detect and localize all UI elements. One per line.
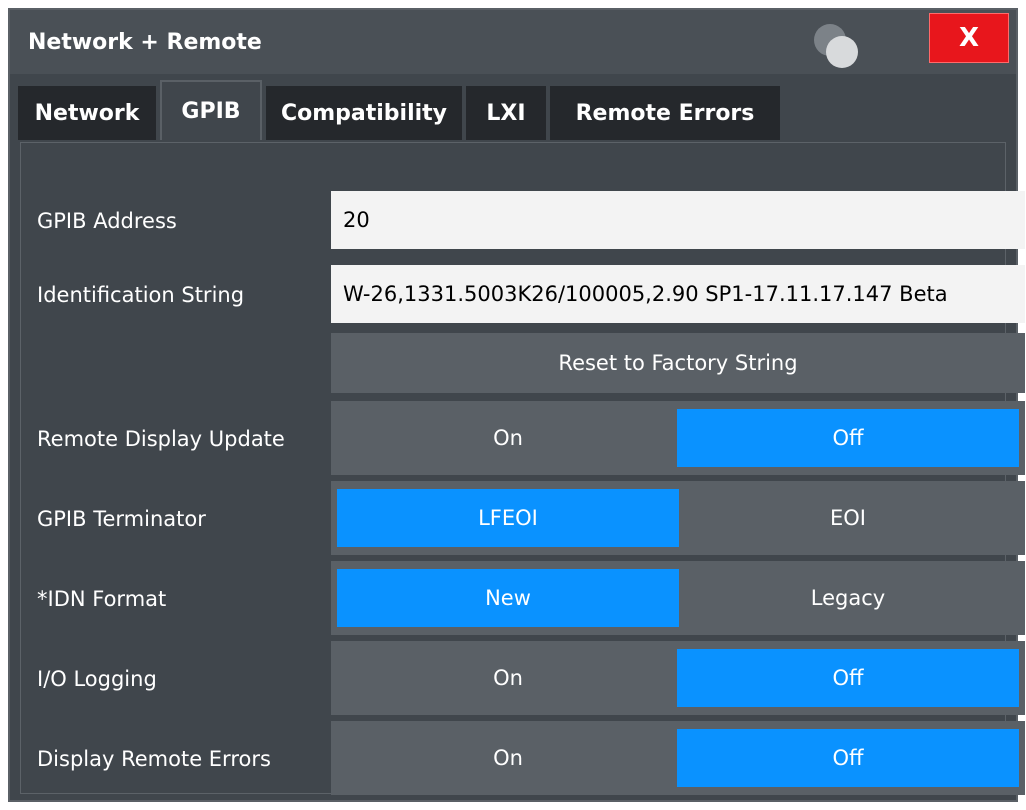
gpib-settings-panel: GPIB Address 20 Identification String W-… (20, 142, 1025, 795)
identification-string-field[interactable]: W-26,1331.5003K26/100005,2.90 SP1-17.11.… (331, 265, 1025, 323)
identification-string-label: Identification String (37, 283, 245, 307)
idn-format-label: *IDN Format (37, 587, 167, 611)
io-logging-off[interactable]: Off (677, 649, 1019, 707)
gpib-terminator-label: GPIB Terminator (37, 507, 206, 531)
tab-bar: Network GPIB Compatibility LXI Remote Er… (10, 74, 1016, 140)
sphere-icon (814, 24, 858, 68)
gpib-address-field[interactable]: 20 (331, 191, 1025, 249)
io-logging-on[interactable]: On (337, 649, 679, 707)
remote-display-update-label: Remote Display Update (37, 427, 285, 451)
gpib-terminator-eoi[interactable]: EOI (677, 489, 1019, 547)
gpib-terminator-toggle: LFEOI EOI (331, 481, 1025, 555)
close-button[interactable]: X (929, 13, 1009, 63)
remote-display-update-toggle: On Off (331, 401, 1025, 475)
gpib-address-label: GPIB Address (37, 209, 177, 233)
display-remote-errors-toggle: On Off (331, 721, 1025, 795)
idn-format-toggle: New Legacy (331, 561, 1025, 635)
io-logging-toggle: On Off (331, 641, 1025, 715)
display-remote-errors-on[interactable]: On (337, 729, 679, 787)
dialog-title: Network + Remote (28, 30, 262, 55)
tab-lxi[interactable]: LXI (466, 86, 546, 140)
tab-remote-errors[interactable]: Remote Errors (550, 86, 780, 140)
io-logging-label: I/O Logging (37, 667, 157, 691)
network-remote-dialog: Network + Remote X Network GPIB Compatib… (8, 8, 1025, 802)
tab-network[interactable]: Network (18, 86, 156, 140)
idn-format-legacy[interactable]: Legacy (677, 569, 1019, 627)
remote-display-update-on[interactable]: On (337, 409, 679, 467)
remote-display-update-off[interactable]: Off (677, 409, 1019, 467)
gpib-terminator-lfeoi[interactable]: LFEOI (337, 489, 679, 547)
display-remote-errors-off[interactable]: Off (677, 729, 1019, 787)
tab-gpib[interactable]: GPIB (160, 80, 262, 140)
idn-format-new[interactable]: New (337, 569, 679, 627)
tab-compatibility[interactable]: Compatibility (266, 86, 462, 140)
display-remote-errors-label: Display Remote Errors (37, 747, 271, 771)
close-icon: X (958, 23, 980, 53)
reset-factory-string-button[interactable]: Reset to Factory String (331, 333, 1025, 393)
title-bar: Network + Remote X (10, 10, 1016, 74)
